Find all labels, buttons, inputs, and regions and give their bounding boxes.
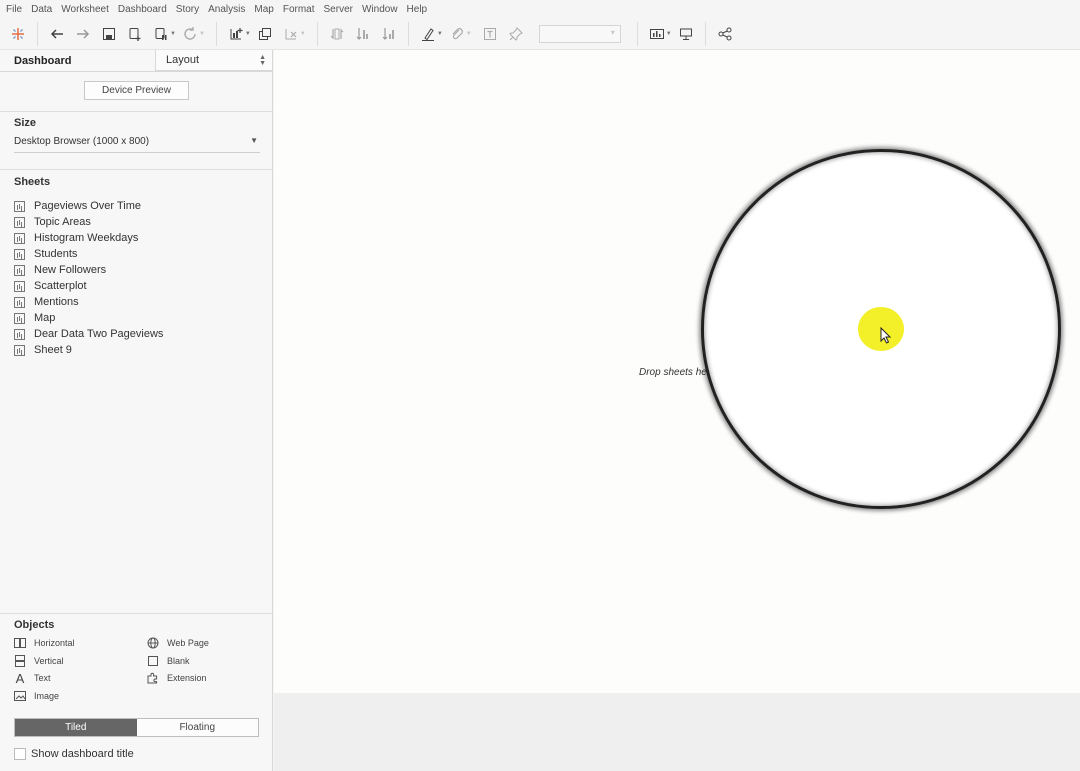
tiled-floating-toggle: Tiled Floating: [14, 718, 259, 737]
object-blank[interactable]: Blank: [147, 655, 190, 667]
worksheet-icon: [14, 280, 25, 292]
object-horizontal[interactable]: Horizontal: [14, 637, 75, 649]
save-icon[interactable]: [98, 23, 120, 45]
device-preview-button[interactable]: Device Preview: [84, 81, 189, 100]
drop-sheets-hint: Drop sheets he: [639, 367, 707, 378]
worksheet-icon: [14, 344, 25, 356]
duplicate-icon[interactable]: [254, 23, 276, 45]
worksheet-icon: [14, 264, 25, 276]
horizontal-container-icon: [14, 637, 26, 649]
pause-updates-icon[interactable]: [150, 23, 172, 45]
sheet-item[interactable]: Dear Data Two Pageviews: [14, 326, 163, 342]
swap-icon[interactable]: [326, 23, 348, 45]
sheet-item[interactable]: New Followers: [14, 262, 163, 278]
text-object-icon: A: [15, 670, 25, 686]
sheet-item[interactable]: Histogram Weekdays: [14, 230, 163, 246]
objects-section-title: Objects: [14, 619, 55, 631]
dashboard-panel: Dashboard Layout ▲ ▼ Device Preview Size …: [0, 50, 273, 771]
menu-window[interactable]: Window: [362, 4, 398, 15]
worksheet-icon: [14, 296, 25, 308]
up-down-arrows-icon: ▲ ▼: [259, 54, 266, 67]
worksheet-icon: [14, 216, 25, 228]
menu-analysis[interactable]: Analysis: [208, 4, 245, 15]
sheet-item[interactable]: Map: [14, 310, 163, 326]
sheet-item[interactable]: Topic Areas: [14, 214, 163, 230]
worksheet-icon: [14, 312, 25, 324]
tab-dashboard[interactable]: Dashboard: [0, 50, 155, 71]
undo-icon[interactable]: [46, 23, 68, 45]
sheet-item[interactable]: Students: [14, 246, 163, 262]
show-title-row[interactable]: Show dashboard title: [14, 748, 134, 760]
menu-bar: File Data Worksheet Dashboard Story Anal…: [0, 0, 1080, 19]
worksheet-icon: [14, 200, 25, 212]
show-title-label: Show dashboard title: [31, 748, 134, 760]
menu-server[interactable]: Server: [324, 4, 353, 15]
clear-sheet-icon[interactable]: [280, 23, 302, 45]
vertical-container-icon: [14, 655, 26, 667]
tableau-logo-icon[interactable]: [7, 23, 29, 45]
redo-icon[interactable]: [72, 23, 94, 45]
tab-layout[interactable]: Layout ▲ ▼: [155, 50, 272, 71]
floating-button[interactable]: Floating: [136, 719, 258, 736]
canvas-margin: [274, 693, 1080, 771]
panel-tabs: Dashboard Layout ▲ ▼: [0, 50, 272, 72]
menu-story[interactable]: Story: [176, 4, 199, 15]
worksheet-icon: [14, 232, 25, 244]
menu-dashboard[interactable]: Dashboard: [118, 4, 167, 15]
object-extension[interactable]: Extension: [147, 672, 207, 684]
sort-descending-icon[interactable]: [378, 23, 400, 45]
puzzle-icon: [147, 672, 159, 684]
fit-dropdown[interactable]: [538, 25, 621, 43]
size-dropdown-value: Desktop Browser (1000 x 800): [14, 136, 150, 147]
toolbar: ▼ ▼ ▼ ▼ ▼ ▼ ▼: [0, 19, 1080, 50]
menu-data[interactable]: Data: [31, 4, 52, 15]
show-me-icon[interactable]: [646, 23, 668, 45]
show-title-checkbox[interactable]: [14, 748, 26, 760]
attach-icon[interactable]: [446, 23, 468, 45]
sheet-item[interactable]: Pageviews Over Time: [14, 198, 163, 214]
new-worksheet-icon[interactable]: [225, 23, 247, 45]
menu-map[interactable]: Map: [254, 4, 273, 15]
sheet-list: Pageviews Over Time Topic Areas Histogra…: [14, 198, 163, 358]
blank-icon: [147, 655, 159, 667]
menu-help[interactable]: Help: [407, 4, 428, 15]
size-section-title: Size: [14, 117, 37, 129]
highlight-icon[interactable]: [417, 23, 439, 45]
text-icon[interactable]: [479, 23, 501, 45]
object-image[interactable]: Image: [14, 690, 59, 702]
menu-format[interactable]: Format: [283, 4, 315, 15]
menu-worksheet[interactable]: Worksheet: [61, 4, 109, 15]
object-vertical[interactable]: Vertical: [14, 655, 64, 667]
object-web-page[interactable]: Web Page: [147, 637, 209, 649]
menu-file[interactable]: File: [6, 4, 22, 15]
pin-icon[interactable]: [505, 23, 527, 45]
size-dropdown[interactable]: Desktop Browser (1000 x 800) ▼: [14, 136, 260, 153]
presentation-icon[interactable]: [675, 23, 697, 45]
refresh-icon[interactable]: [179, 23, 201, 45]
sheet-item[interactable]: Mentions: [14, 294, 163, 310]
image-icon: [14, 690, 26, 702]
new-datasource-icon[interactable]: [124, 23, 146, 45]
globe-icon: [147, 637, 159, 649]
chevron-down-icon: ▼: [250, 136, 258, 145]
object-text[interactable]: A Text: [14, 670, 51, 686]
sheet-item[interactable]: Scatterplot: [14, 278, 163, 294]
mouse-pointer-icon: [880, 327, 892, 344]
sheet-item[interactable]: Sheet 9: [14, 342, 163, 358]
tiled-button[interactable]: Tiled: [15, 719, 137, 736]
worksheet-icon: [14, 328, 25, 340]
tab-layout-label: Layout: [166, 54, 200, 66]
sort-ascending-icon[interactable]: [352, 23, 374, 45]
worksheet-icon: [14, 248, 25, 260]
share-icon[interactable]: [714, 23, 736, 45]
sheets-section-title: Sheets: [14, 176, 51, 188]
